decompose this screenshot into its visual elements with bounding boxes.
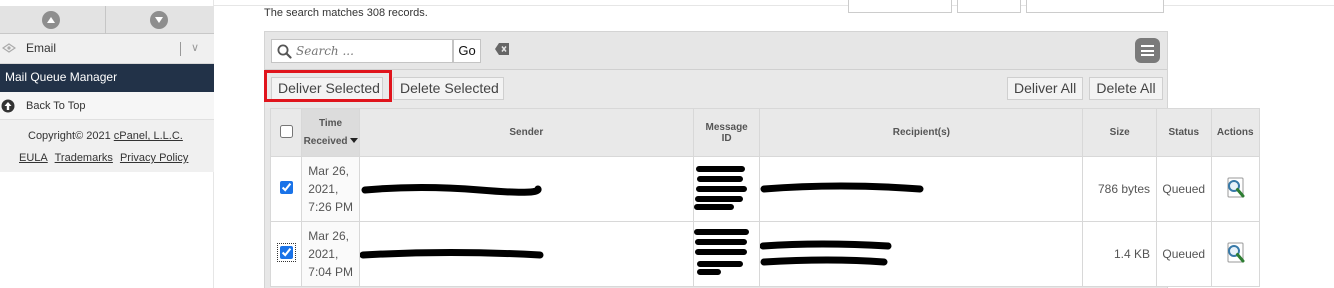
row-select-cell <box>269 156 303 222</box>
redaction-mark <box>760 157 1082 221</box>
column-actions: Actions <box>1210 108 1260 157</box>
top-input[interactable] <box>1026 0 1164 13</box>
sidebar-item-mail-queue-manager[interactable]: Mail Queue Manager <box>0 64 214 92</box>
view-message-icon[interactable] <box>1223 242 1247 268</box>
column-message-id[interactable]: Message ID <box>692 108 761 157</box>
sidebar-item-label: Mail Queue Manager <box>5 70 118 84</box>
delete-all-button[interactable]: Delete All <box>1089 77 1163 100</box>
column-status[interactable]: Status <box>1156 108 1212 157</box>
header-label: Received <box>303 135 348 147</box>
column-recipients[interactable]: Recipient(s) <box>759 108 1084 157</box>
search-input[interactable] <box>296 42 446 60</box>
row-select-cell <box>269 221 303 287</box>
chevron-down-icon[interactable]: ∨ <box>191 41 199 54</box>
select-all-checkbox[interactable] <box>279 124 293 138</box>
size-cell: 1.4 KB <box>1082 221 1158 287</box>
divider <box>180 42 181 56</box>
highlight-box <box>264 70 392 102</box>
action-toolbar: Deliver Selected Delete Selected Deliver… <box>265 70 1167 108</box>
column-time-received[interactable]: Time Received <box>301 108 360 157</box>
footer-links: EULA Trademarks Privacy Policy <box>19 152 192 164</box>
message-id-cell <box>692 156 761 222</box>
recipient-cell <box>759 221 1084 287</box>
mail-queue-table: Time Received Sender Message ID Recipient(… <box>269 108 1260 287</box>
sidebar: Email ∨ Mail Queue Manager Back To Top C… <box>0 0 214 288</box>
eye-icon <box>1 41 17 58</box>
size-cell: 786 bytes <box>1082 156 1158 222</box>
clear-search-icon[interactable] <box>495 43 509 58</box>
privacy-policy-link[interactable]: Privacy Policy <box>120 152 188 164</box>
header-label: ID <box>721 132 732 144</box>
scroll-up-icon[interactable] <box>42 11 60 29</box>
column-size[interactable]: Size <box>1082 108 1158 157</box>
sidebar-scroll-controls <box>0 6 214 34</box>
page-size-select[interactable] <box>848 0 952 13</box>
header-label: Message <box>705 121 748 133</box>
search-result-count: The search matches 308 records. <box>264 7 428 19</box>
redaction-mark <box>359 222 693 286</box>
search-box <box>271 39 453 63</box>
message-id-cell <box>692 221 761 287</box>
status-cell: Queued <box>1156 221 1212 287</box>
recipient-cell <box>759 156 1084 222</box>
column-menu-icon[interactable] <box>1135 38 1160 63</box>
time-text: Mar 26, <box>308 229 349 243</box>
delete-selected-button[interactable]: Delete Selected <box>393 77 504 100</box>
sort-desc-icon <box>349 138 358 144</box>
table-row: Mar 26, 2021, 7:26 PM 786 bytes Queued <box>269 156 1260 222</box>
time-text: 2021, <box>308 247 339 261</box>
time-text: 7:26 PM <box>308 200 353 214</box>
time-cell: Mar 26, 2021, 7:04 PM <box>301 221 360 287</box>
time-text: 2021, <box>308 182 339 196</box>
redaction-mark <box>693 157 760 221</box>
copyright-text: Copyright© 2021 <box>28 130 114 142</box>
scroll-down-icon[interactable] <box>150 11 168 29</box>
table-row: Mar 26, 2021, 7:04 PM 1.4 KB Queued <box>269 221 1260 287</box>
cpanel-link[interactable]: cPanel, L.L.C. <box>114 130 183 142</box>
sidebar-item-email[interactable]: Email ∨ <box>0 34 214 64</box>
back-to-top-link[interactable]: Back To Top <box>0 92 214 120</box>
back-to-top-label: Back To Top <box>26 100 86 112</box>
sidebar-item-label: Email <box>26 41 57 55</box>
table-header-row: Time Received Sender Message ID Recipient(… <box>269 108 1260 157</box>
view-message-icon[interactable] <box>1223 177 1247 203</box>
row-checkbox[interactable] <box>279 181 293 194</box>
column-sender[interactable]: Sender <box>358 108 694 157</box>
trademarks-link[interactable]: Trademarks <box>55 152 113 164</box>
redaction-mark <box>693 222 760 286</box>
time-cell: Mar 26, 2021, 7:26 PM <box>301 156 360 222</box>
actions-cell <box>1210 156 1260 222</box>
redaction-mark <box>760 222 1082 286</box>
time-text: 7:04 PM <box>308 265 353 279</box>
header-label: Time <box>318 117 343 129</box>
deliver-all-button[interactable]: Deliver All <box>1007 77 1083 100</box>
search-icon <box>277 44 292 62</box>
sender-cell <box>358 156 694 222</box>
sender-cell <box>358 221 694 287</box>
redaction-mark <box>360 157 693 221</box>
divider <box>105 6 106 34</box>
sidebar-footer: Copyright© 2021 cPanel, L.L.C. EULA Trad… <box>0 120 214 172</box>
row-checkbox[interactable] <box>276 243 296 262</box>
actions-cell <box>1210 221 1260 287</box>
select-all-cell <box>269 108 303 157</box>
status-cell: Queued <box>1156 156 1212 222</box>
eula-link[interactable]: EULA <box>19 152 48 164</box>
arrow-up-circle-icon <box>1 99 15 116</box>
go-button[interactable]: Go <box>453 39 481 63</box>
top-border <box>214 0 1334 6</box>
time-text: Mar 26, <box>308 164 349 178</box>
copyright: Copyright© 2021 cPanel, L.L.C. <box>28 130 183 142</box>
top-button[interactable] <box>957 0 1021 13</box>
search-toolbar: Go <box>265 32 1167 70</box>
